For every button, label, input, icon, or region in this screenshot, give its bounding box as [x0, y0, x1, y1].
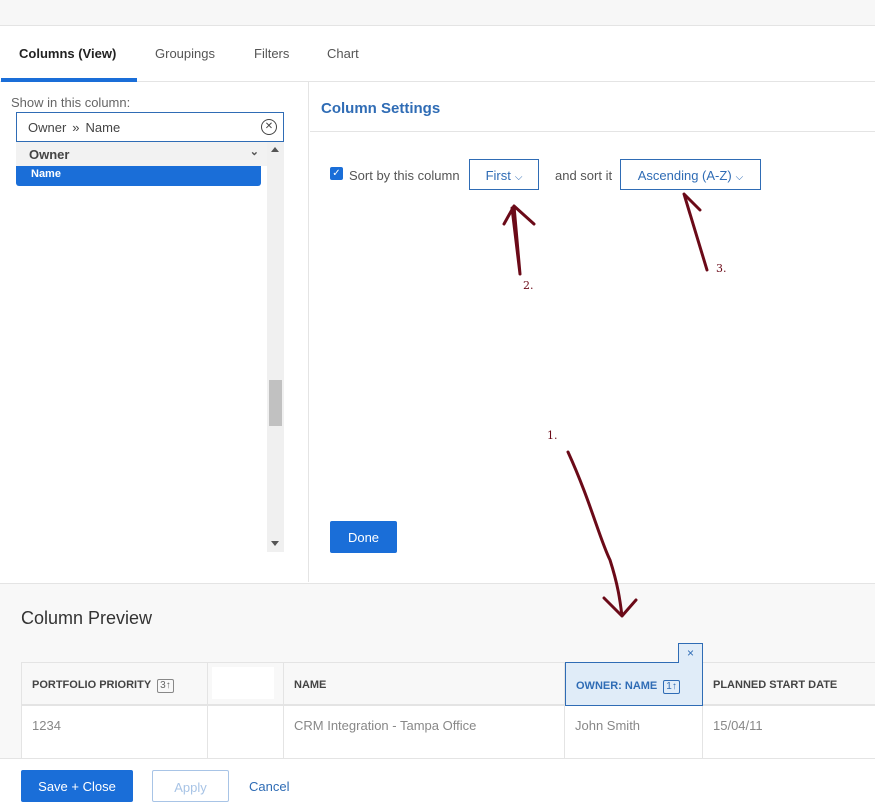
column-header[interactable]: PORTFOLIO PRIORITY 3↑	[22, 663, 208, 706]
list-group-owner[interactable]: Owner ⌄	[16, 142, 267, 166]
list-group-label: Owner	[29, 147, 70, 162]
clear-icon[interactable]: ✕	[261, 119, 277, 135]
sort-checkbox[interactable]: ✓	[330, 167, 343, 180]
scroll-thumb[interactable]	[269, 380, 282, 426]
table-cell: 15/04/11	[713, 718, 763, 733]
column-preview-title: Column Preview	[21, 608, 153, 628]
annotation-label-2: 2.	[523, 279, 534, 292]
table-cell	[208, 706, 284, 760]
top-bar	[0, 0, 875, 26]
field-list: Owner ⌄ Name	[16, 142, 267, 552]
chevron-down-icon: ⌵	[735, 172, 744, 183]
table-cell: John Smith	[565, 706, 703, 760]
divider	[310, 131, 875, 132]
column-settings-panel: Column Settings ✓ Sort by this column Fi…	[310, 82, 875, 582]
remove-column-icon[interactable]: ×	[678, 643, 703, 663]
column-header-label: PLANNED START DATE	[713, 679, 838, 691]
annotation-label-3: 3.	[716, 262, 727, 275]
field-child: Name	[85, 120, 121, 135]
scroll-up-icon[interactable]	[271, 147, 279, 152]
tab-chart[interactable]: Chart	[327, 46, 359, 61]
column-preview: Column Preview PORTFOLIO PRIORITY 3↑ NAME…	[0, 583, 875, 760]
cancel-button[interactable]: Cancel	[249, 779, 289, 794]
tab-columns-view[interactable]: Columns (View)	[19, 46, 116, 61]
show-in-column-label: Show in this column:	[11, 95, 131, 110]
column-header[interactable]: PLANNED START DATE	[703, 663, 875, 706]
column-header[interactable]: NAME	[284, 663, 565, 706]
and-sort-label: and sort it	[555, 168, 613, 183]
tab-bar: Columns (View) Groupings Filters Chart	[0, 26, 875, 82]
sort-order-select[interactable]: First ⌵	[469, 159, 539, 190]
done-button[interactable]: Done	[330, 521, 397, 553]
tab-filters[interactable]: Filters	[254, 46, 289, 61]
list-item-selected[interactable]: Name	[16, 166, 261, 186]
footer-bar: Save + Close Apply Cancel	[0, 758, 875, 808]
blank-header-field	[212, 667, 274, 699]
save-close-button[interactable]: Save + Close	[21, 770, 133, 802]
column-settings-title: Column Settings	[321, 100, 441, 117]
sort-direction-value: Ascending (A-Z)	[637, 168, 732, 183]
scroll-down-icon[interactable]	[271, 541, 279, 546]
column-header-label: PORTFOLIO PRIORITY	[32, 679, 152, 691]
column-header-label: OWNER: NAME	[576, 680, 658, 692]
sort-checkbox-label: Sort by this column	[349, 168, 460, 183]
column-header-selected[interactable]: OWNER: NAME 1↑	[565, 662, 703, 706]
column-header-label: NAME	[294, 679, 327, 691]
chevron-double-right-icon: »	[72, 120, 80, 135]
field-parent: Owner	[28, 120, 67, 135]
chevron-down-icon: ⌵	[514, 172, 523, 183]
table-cell: CRM Integration - Tampa Office	[284, 706, 565, 760]
sort-order-value: First	[485, 168, 511, 183]
field-search-input[interactable]: Owner » Name ✕	[16, 112, 284, 142]
table-cell: 1234	[22, 706, 208, 760]
sort-direction-select[interactable]: Ascending (A-Z) ⌵	[620, 159, 761, 190]
tab-groupings[interactable]: Groupings	[155, 46, 215, 61]
chevron-down-icon: ⌄	[249, 146, 259, 158]
sort-badge: 1↑	[663, 680, 680, 694]
sort-badge: 3↑	[157, 679, 174, 693]
field-selector-panel: Show in this column: Owner» Name ✕ Owner …	[0, 82, 309, 582]
preview-table: PORTFOLIO PRIORITY 3↑ NAME PLANNED START …	[21, 643, 875, 760]
apply-button[interactable]: Apply	[152, 770, 229, 802]
annotation-label-1: 1.	[547, 429, 558, 442]
list-scrollbar[interactable]	[267, 142, 284, 552]
